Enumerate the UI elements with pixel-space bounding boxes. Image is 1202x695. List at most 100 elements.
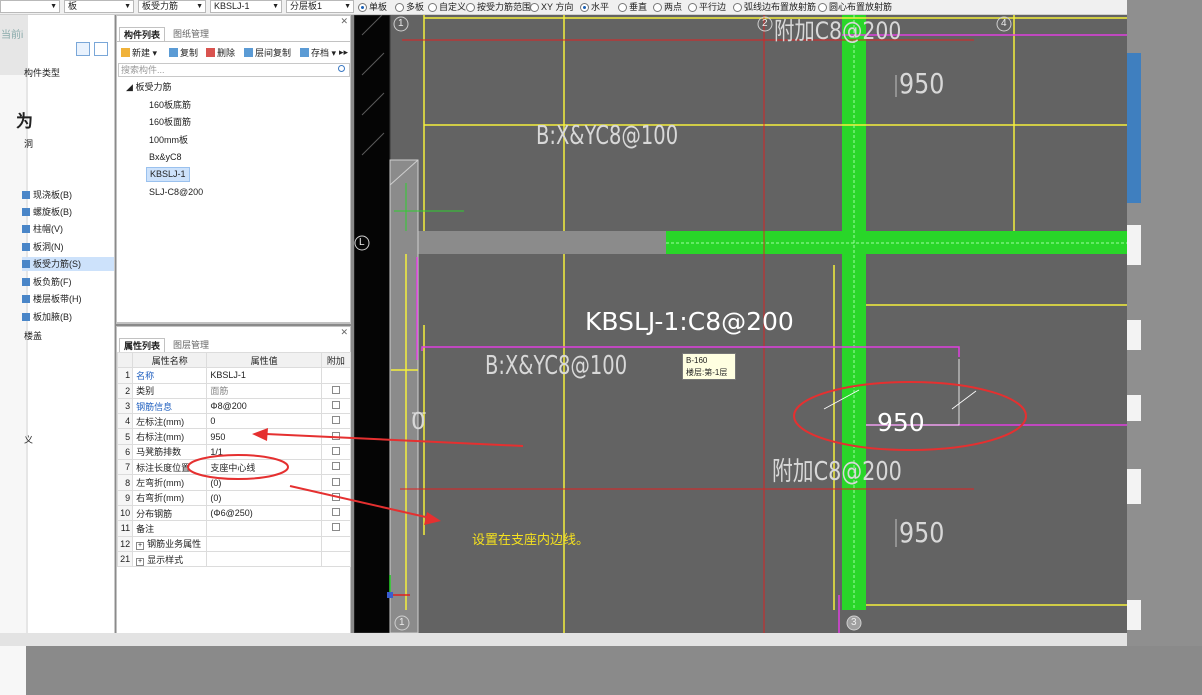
property-row[interactable]: 3 钢筋信息 Φ8@200 xyxy=(116,397,352,415)
property-value[interactable]: (0) xyxy=(206,474,322,491)
tree-item[interactable]: 160板底筋 xyxy=(146,98,194,113)
radio-option[interactable]: XY 方向 xyxy=(530,1,573,13)
close-icon[interactable]: ✕ xyxy=(340,327,348,338)
column-header: 属性值 xyxy=(206,351,322,369)
radio-option[interactable]: 垂直 xyxy=(618,1,647,13)
toolbar-select-layer[interactable]: 分层板1 ▼ xyxy=(286,0,354,13)
component-type-icon xyxy=(22,260,30,268)
additional-checkbox[interactable] xyxy=(331,523,340,532)
right-strip xyxy=(1127,0,1202,646)
property-row[interactable]: 21 + 显示样式 xyxy=(116,550,352,568)
radio-option[interactable]: 自定义 xyxy=(428,1,466,13)
expand-icon[interactable]: + xyxy=(136,542,145,551)
component-type-icon xyxy=(22,295,30,303)
radio-option[interactable]: 两点 xyxy=(653,1,682,13)
callout-note: 设置在支座内边线。 xyxy=(472,532,590,547)
property-value[interactable]: 支座中心线 xyxy=(206,459,322,476)
tree-root[interactable]: ◢ 板受力筋 xyxy=(123,80,174,95)
delete-button[interactable]: 删除 xyxy=(206,46,235,60)
tree-item[interactable]: 160板面筋 xyxy=(146,115,194,130)
additional-checkbox[interactable] xyxy=(331,416,340,425)
property-row[interactable]: 5 右标注(mm) 950 xyxy=(116,428,352,445)
navigator-item[interactable]: 楼层板带(H) xyxy=(22,292,114,306)
radio-option[interactable]: 平行边 xyxy=(688,1,726,13)
property-row[interactable]: 10 分布钢筋 (Φ6@250) xyxy=(116,504,352,522)
tab-drawing-management[interactable]: 图纸管理 xyxy=(169,27,213,41)
additional-checkbox[interactable] xyxy=(331,385,340,394)
navigator-item[interactable]: 板受力筋(S) xyxy=(22,257,114,271)
slab-label-lower: B:X&YC8@100 xyxy=(485,351,628,381)
property-row[interactable]: 4 左标注(mm) 0 xyxy=(116,413,352,430)
component-list-panel: ✕ 构件列表 图纸管理 新建 ▾ 复制 删除 层间复制 存档 ▾ ▸▸ 搜索构件… xyxy=(116,15,351,324)
axis-label: L xyxy=(359,237,365,248)
property-value[interactable] xyxy=(206,550,322,568)
property-row[interactable]: 1 名称 KBSLJ-1 xyxy=(116,367,352,384)
toolbar-select-type[interactable]: 板 ▼ xyxy=(64,0,134,13)
property-row[interactable]: 6 马凳筋排数 1/1 xyxy=(116,443,352,461)
additional-checkbox[interactable] xyxy=(331,492,340,501)
property-row[interactable]: 2 类别 面筋 xyxy=(116,382,352,399)
radio-option[interactable]: 圆心布置放射筋 xyxy=(818,1,892,13)
navigator-item[interactable]: 螺旋板(B) xyxy=(22,205,114,219)
axis-label: 1 xyxy=(399,617,405,628)
expand-icon[interactable]: + xyxy=(136,557,145,566)
radio-option[interactable]: 单板 xyxy=(358,1,387,13)
additional-checkbox[interactable] xyxy=(331,401,340,410)
component-type-navigator: 构件类型 为 洞 现浇板(B) 螺旋板(B) 柱帽(V) 板洞(N) 板受力筋(S) 板负… xyxy=(16,15,115,634)
list-view-icon[interactable] xyxy=(76,42,90,56)
search-input[interactable]: 搜索构件... xyxy=(118,63,350,77)
property-value[interactable] xyxy=(206,535,322,552)
copy-button[interactable]: 复制 xyxy=(169,46,198,60)
radio-option[interactable]: 水平 xyxy=(580,1,609,13)
tree-item[interactable]: SLJ-C8@200 xyxy=(146,185,206,200)
axis-label: 2 xyxy=(762,18,768,29)
additional-checkbox[interactable] xyxy=(331,462,340,471)
property-row[interactable]: 7 标注长度位置 支座中心线 xyxy=(116,459,352,476)
tab-component-list[interactable]: 构件列表 xyxy=(119,27,166,41)
additional-checkbox[interactable] xyxy=(331,508,340,517)
column-header: 附加 xyxy=(320,351,352,369)
property-row[interactable]: 8 左弯折(mm) (0) xyxy=(116,474,352,491)
additional-checkbox[interactable] xyxy=(331,477,340,486)
drawing-canvas[interactable]: 1 2 4 L 1 3 附加C8@200 950 B:X&YC8@100 KBS… xyxy=(354,15,1127,633)
toolbar-select-0[interactable]: ▼ xyxy=(0,0,60,13)
grid-view-icon[interactable] xyxy=(94,42,108,56)
radio-option[interactable]: 按受力筋范围 xyxy=(466,1,531,13)
tree-item[interactable]: 100mm板 xyxy=(146,133,191,148)
navigator-item[interactable]: 板负筋(F) xyxy=(22,275,114,289)
property-row[interactable]: 12 + 钢筋业务属性 xyxy=(116,535,352,552)
tab-property-list[interactable]: 属性列表 xyxy=(119,338,166,352)
property-value[interactable]: Φ8@200 xyxy=(206,397,322,415)
component-type-icon xyxy=(22,191,30,199)
navigator-item[interactable]: 柱帽(V) xyxy=(22,222,114,236)
property-value[interactable]: 0 xyxy=(206,413,322,430)
navigator-item[interactable]: 板加腋(B) xyxy=(22,310,114,324)
archive-button[interactable]: 存档 ▾ xyxy=(300,46,336,60)
property-row[interactable]: 11 备注 xyxy=(116,520,352,537)
new-button[interactable]: 新建 ▾ xyxy=(121,46,157,60)
radio-option[interactable]: 弧线边布置放射筋 xyxy=(733,1,816,13)
property-value[interactable]: KBSLJ-1 xyxy=(206,367,322,384)
close-icon[interactable]: ✕ xyxy=(340,16,348,27)
property-value[interactable]: (Φ6@250) xyxy=(206,504,322,522)
additional-checkbox[interactable] xyxy=(331,431,340,440)
navigator-item[interactable]: 板洞(N) xyxy=(22,240,114,254)
tree-item[interactable]: KBSLJ-1 xyxy=(146,167,190,182)
tree-item[interactable]: Bx&yC8 xyxy=(146,150,185,165)
tab-layer-management[interactable]: 图层管理 xyxy=(169,338,213,352)
layer-copy-button[interactable]: 层间复制 xyxy=(244,46,291,60)
property-value[interactable] xyxy=(206,520,322,537)
property-value[interactable]: 950 xyxy=(206,428,322,445)
property-value[interactable]: (0) xyxy=(206,489,322,506)
property-name: 标注长度位置 xyxy=(132,459,208,476)
more-icon[interactable]: ▸▸ xyxy=(339,47,348,58)
navigator-item[interactable]: 现浇板(B) xyxy=(22,188,114,202)
toolbar-select-subtype[interactable]: 板受力筋 ▼ xyxy=(138,0,206,13)
property-value[interactable]: 1/1 xyxy=(206,443,322,461)
property-value[interactable]: 面筋 xyxy=(206,382,322,399)
property-row[interactable]: 9 右弯折(mm) (0) xyxy=(116,489,352,506)
toolbar-select-component[interactable]: KBSLJ-1 ▼ xyxy=(210,0,282,13)
radio-option[interactable]: 多板 xyxy=(395,1,424,13)
search-icon[interactable] xyxy=(338,65,345,72)
additional-checkbox[interactable] xyxy=(331,446,340,455)
